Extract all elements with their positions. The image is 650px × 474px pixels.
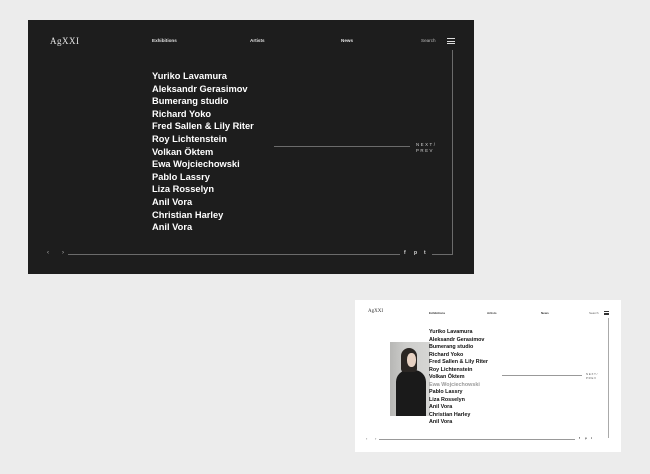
logo[interactable]: AgXXI (50, 36, 80, 46)
nav-search[interactable]: Search (589, 311, 599, 315)
artist-link[interactable]: Roy Lichtenstein (429, 367, 488, 375)
artist-link[interactable]: Pablo Lassry (152, 171, 254, 184)
artist-link[interactable]: Ewa Wojciechowski (152, 158, 254, 171)
logo[interactable]: AgXXI (368, 309, 383, 314)
artist-link[interactable]: Aleksandr Gerasimov (429, 337, 488, 345)
artist-link[interactable]: Liza Rosselyn (429, 397, 488, 405)
arrow-left-icon[interactable]: ‹ (47, 250, 49, 256)
arrow-left-icon[interactable]: ‹ (366, 436, 367, 441)
prev-label: PREV (586, 376, 597, 380)
nav-artists[interactable]: Artists (250, 38, 265, 43)
next-prev-link[interactable]: NEXT/ PREV (586, 372, 598, 380)
next-prev-link[interactable]: NEXT/ PREV (416, 142, 436, 154)
pinterest-icon[interactable]: p (414, 250, 417, 256)
artist-link[interactable]: Anil Vora (429, 419, 488, 427)
nav-search[interactable]: Search (421, 38, 436, 43)
nav-news[interactable]: News (341, 38, 353, 43)
artist-link[interactable]: Christian Harley (152, 209, 254, 222)
nav-artists[interactable]: Artists (487, 311, 497, 315)
arrow-right-icon[interactable]: › (62, 250, 64, 256)
artist-link[interactable]: Roy Lichtenstein (152, 133, 254, 146)
pinterest-icon[interactable]: p (585, 436, 587, 440)
artist-link[interactable]: Aleksandr Gerasimov (152, 83, 254, 96)
artist-link[interactable]: Anil Vora (429, 404, 488, 412)
artist-link[interactable]: Richard Yoko (152, 108, 254, 121)
artist-link[interactable]: Liza Rosselyn (152, 183, 254, 196)
nav-news[interactable]: News (541, 311, 549, 315)
twitter-icon[interactable]: t (591, 436, 592, 440)
artist-list: Yuriko Lavamura Aleksandr Gerasimov Bume… (152, 70, 254, 234)
hamburger-menu-icon[interactable] (447, 38, 455, 44)
divider (432, 254, 452, 255)
artist-link[interactable]: Anil Vora (152, 221, 254, 234)
divider (502, 375, 582, 376)
artist-link-hovered[interactable]: Ewa Wojciechowski (429, 382, 488, 390)
facebook-icon[interactable]: f (579, 436, 580, 440)
artist-link[interactable]: Yuriko Lavamura (152, 70, 254, 83)
artist-link[interactable]: Richard Yoko (429, 352, 488, 360)
progress-line (68, 254, 400, 255)
artist-link[interactable]: Pablo Lassry (429, 389, 488, 397)
prev-label: PREV (416, 148, 434, 153)
artist-link[interactable]: Christian Harley (429, 412, 488, 420)
artist-link[interactable]: Yuriko Lavamura (429, 329, 488, 337)
artist-photo (390, 342, 430, 416)
frame-divider (608, 318, 609, 438)
artist-link[interactable]: Volkan Öktem (152, 146, 254, 159)
progress-line (379, 439, 575, 440)
arrow-right-icon[interactable]: › (375, 436, 376, 441)
dark-screen: AgXXI Exhibitions Artists News Search Yu… (28, 20, 474, 274)
artist-link[interactable]: Bumerang studio (152, 95, 254, 108)
artist-list: Yuriko Lavamura Aleksandr Gerasimov Bume… (429, 329, 488, 427)
artist-link[interactable]: Fred Sallen & Lily Riter (152, 120, 254, 133)
artist-link[interactable]: Bumerang studio (429, 344, 488, 352)
artist-link[interactable]: Volkan Öktem (429, 374, 488, 382)
hamburger-menu-icon[interactable] (604, 311, 609, 315)
frame-divider (452, 50, 453, 255)
artist-link[interactable]: Fred Sallen & Lily Riter (429, 359, 488, 367)
light-screen: AgXXI Exhibitions Artists News Search Yu… (355, 300, 621, 452)
divider (274, 146, 410, 147)
twitter-icon[interactable]: t (424, 250, 426, 256)
nav-exhibitions[interactable]: Exhibitions (429, 311, 445, 315)
facebook-icon[interactable]: f (404, 250, 406, 256)
nav-exhibitions[interactable]: Exhibitions (152, 38, 177, 43)
artist-link[interactable]: Anil Vora (152, 196, 254, 209)
